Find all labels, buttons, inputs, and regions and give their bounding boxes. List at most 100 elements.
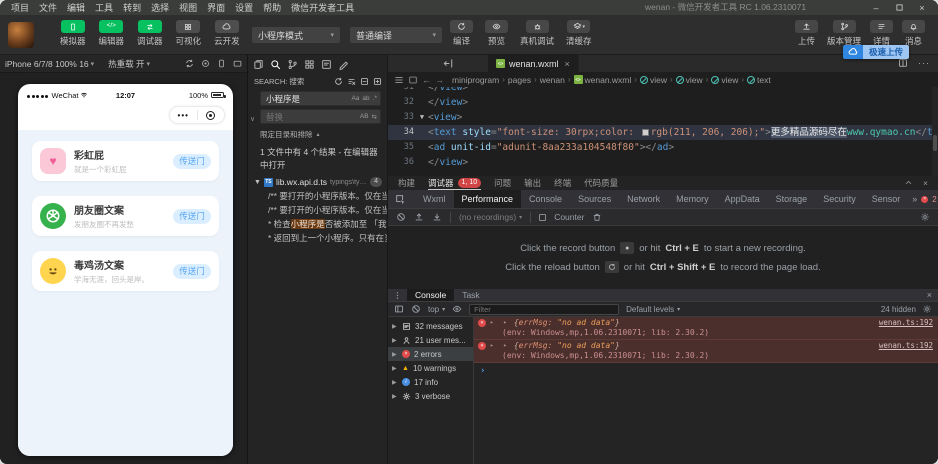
panel-tab-终端[interactable]: 终端 [554, 176, 571, 190]
search-icon[interactable] [270, 59, 281, 70]
eye-icon[interactable] [452, 304, 462, 314]
search-result-row[interactable]: /** 要打开的小程序版本。仅在当... [248, 203, 387, 217]
panel-tab-代码质量[interactable]: 代码质量 [584, 176, 618, 190]
inspect-element-icon[interactable] [388, 194, 413, 205]
replace-option-AB[interactable]: AB [360, 113, 369, 121]
clear-all-icon[interactable] [347, 77, 356, 86]
more-actions-icon[interactable]: ··· [918, 58, 930, 68]
console-filter-info[interactable]: ▶i17 info [388, 375, 473, 389]
search-result-row[interactable]: * 检查小程序是否被添加至 「我的... [248, 217, 387, 231]
editor-tab-wenan-wxml[interactable]: <> wenan.wxml × [488, 55, 579, 72]
pen-icon[interactable] [338, 59, 349, 70]
console-error-entry[interactable]: ×▸ ▸{errMsg: "no ad data"}wenan.ts:192(e… [474, 317, 938, 340]
navigate-forward-icon[interactable]: → [435, 75, 444, 85]
more-button[interactable]: ••• [170, 111, 197, 120]
console-filter-messages[interactable]: ▶32 messages [388, 319, 473, 333]
devtools-tab-performance[interactable]: Performance [454, 190, 522, 208]
devtools-issue-badges[interactable]: × 2 ▲ 10 [921, 195, 938, 204]
grid-icon[interactable] [304, 59, 315, 70]
search-option-ab[interactable]: ab [362, 95, 369, 102]
context-dropdown[interactable]: top ▾ [428, 305, 445, 314]
upload-button[interactable]: 上传 [795, 20, 818, 47]
portal-button[interactable]: 传送门 [173, 154, 211, 169]
menu-item-选择[interactable]: 选择 [146, 1, 174, 14]
include-exclude-toggle[interactable]: 限定目录和排除 ▴ [260, 129, 381, 140]
search-option-.*[interactable]: .* [373, 95, 377, 102]
refresh-icon[interactable] [334, 77, 343, 86]
portal-button[interactable]: 传送门 [173, 209, 211, 224]
minimize-icon[interactable]: – [866, 0, 886, 15]
copy-icon[interactable] [253, 59, 264, 70]
portal-button[interactable]: 传送门 [173, 264, 211, 279]
preview-box-icon[interactable] [321, 59, 332, 70]
menu-item-帮助[interactable]: 帮助 [258, 1, 286, 14]
devtools-tab-appdata[interactable]: AppData [717, 190, 768, 208]
close-icon[interactable]: × [912, 0, 932, 15]
recordings-dropdown[interactable]: (no recordings) ▾ [459, 212, 522, 222]
maximize-icon[interactable] [889, 0, 909, 15]
details-button[interactable]: 详情 [870, 20, 893, 47]
outline-icon[interactable] [394, 75, 404, 85]
console-prompt[interactable]: › [474, 363, 938, 379]
breadcrumb-item-text[interactable]: text [747, 75, 771, 85]
compile-dropdown[interactable]: 普通编译 ▾ [350, 27, 442, 43]
counter-checkbox[interactable] [539, 214, 546, 221]
list-item-彩虹屁[interactable]: ♥彩虹屁就是一个彩虹屁传送门 [32, 141, 219, 181]
compile-button[interactable]: 编译 [450, 20, 473, 47]
toggle-visual-button[interactable]: 可视化 [176, 20, 202, 47]
load-profile-icon[interactable] [414, 212, 424, 222]
close-drawer-icon[interactable]: × [921, 290, 938, 300]
devtools-tab-wxml[interactable]: Wxml [415, 190, 454, 208]
toggle-simulator-button[interactable]: 模拟器 [60, 20, 86, 47]
menu-item-项目[interactable]: 项目 [6, 1, 34, 14]
source-link[interactable]: wenan.ts:192 [879, 318, 933, 327]
devtools-tab-network[interactable]: Network [619, 190, 668, 208]
branch-icon[interactable] [287, 59, 298, 70]
mode-dropdown[interactable]: 小程序模式 ▾ [252, 27, 340, 43]
menu-item-界面[interactable]: 界面 [202, 1, 230, 14]
source-link[interactable]: wenan.ts:192 [879, 341, 933, 350]
console-tab-task[interactable]: Task [454, 289, 487, 301]
list-item-朋友圈文案[interactable]: 朋友圈文案发朋友圈不再发愁传送门 [32, 196, 219, 236]
rotate-icon[interactable] [185, 59, 194, 68]
console-sidebar-toggle-icon[interactable] [394, 304, 404, 314]
toggle-replace-icon[interactable]: ∨ [250, 115, 255, 123]
kebab-menu-icon[interactable] [388, 291, 407, 300]
devtools-tab-sources[interactable]: Sources [570, 190, 619, 208]
breadcrumb-item-wenan[interactable]: wenan [540, 75, 565, 85]
breadcrumb-item-view[interactable]: view [640, 75, 667, 85]
clear-recordings-icon[interactable] [396, 212, 406, 222]
version-button[interactable]: 版本管理 [827, 20, 861, 47]
replace-all-icon[interactable]: ⇆ [372, 113, 377, 121]
devtools-tab-security[interactable]: Security [815, 190, 864, 208]
levels-dropdown[interactable]: Default levels ▾ [626, 305, 680, 314]
record-dot-icon[interactable]: ● [620, 242, 634, 254]
console-tab-console[interactable]: Console [407, 289, 454, 301]
new-search-editor-icon[interactable] [373, 77, 382, 86]
expander-icon[interactable]: ▸ ▸ [490, 342, 510, 349]
devtools-tab-memory[interactable]: Memory [668, 190, 717, 208]
devtools-tab-console[interactable]: Console [521, 190, 570, 208]
panel-icon[interactable] [408, 75, 418, 85]
breadcrumb-item-miniprogram[interactable]: miniprogram [452, 75, 499, 85]
expander-icon[interactable]: ▸ ▸ [490, 319, 510, 326]
bell-button[interactable]: 消息 [902, 20, 925, 47]
replace-input[interactable] [264, 111, 357, 123]
result-file-row[interactable]: ▼ TS lib.wx.api.d.ts typings\types\... 4 [248, 175, 387, 189]
search-result-row[interactable]: /** 要打开的小程序版本。仅在当... [248, 189, 387, 203]
reload-icon[interactable] [605, 261, 619, 273]
clear-console-icon[interactable] [411, 304, 421, 314]
panel-tab-输出[interactable]: 输出 [524, 176, 541, 190]
menu-item-设置[interactable]: 设置 [230, 1, 258, 14]
fold-icon[interactable]: ▼ [416, 110, 428, 125]
search-option-Aa[interactable]: Aa [351, 95, 359, 102]
panel-tab-问题[interactable]: 问题 [494, 176, 511, 190]
gear-icon[interactable] [922, 304, 932, 314]
panel-tab-调试器[interactable]: 调试器1, 10 [428, 176, 481, 190]
split-editor-icon[interactable] [898, 58, 908, 68]
search-input[interactable] [264, 93, 348, 105]
console-filter-verbose[interactable]: ▶3 verbose [388, 389, 473, 403]
devtools-tab-storage[interactable]: Storage [768, 190, 816, 208]
console-filter-warning[interactable]: ▶▲10 warnings [388, 361, 473, 375]
panel-tab-构建[interactable]: 构建 [398, 176, 415, 190]
